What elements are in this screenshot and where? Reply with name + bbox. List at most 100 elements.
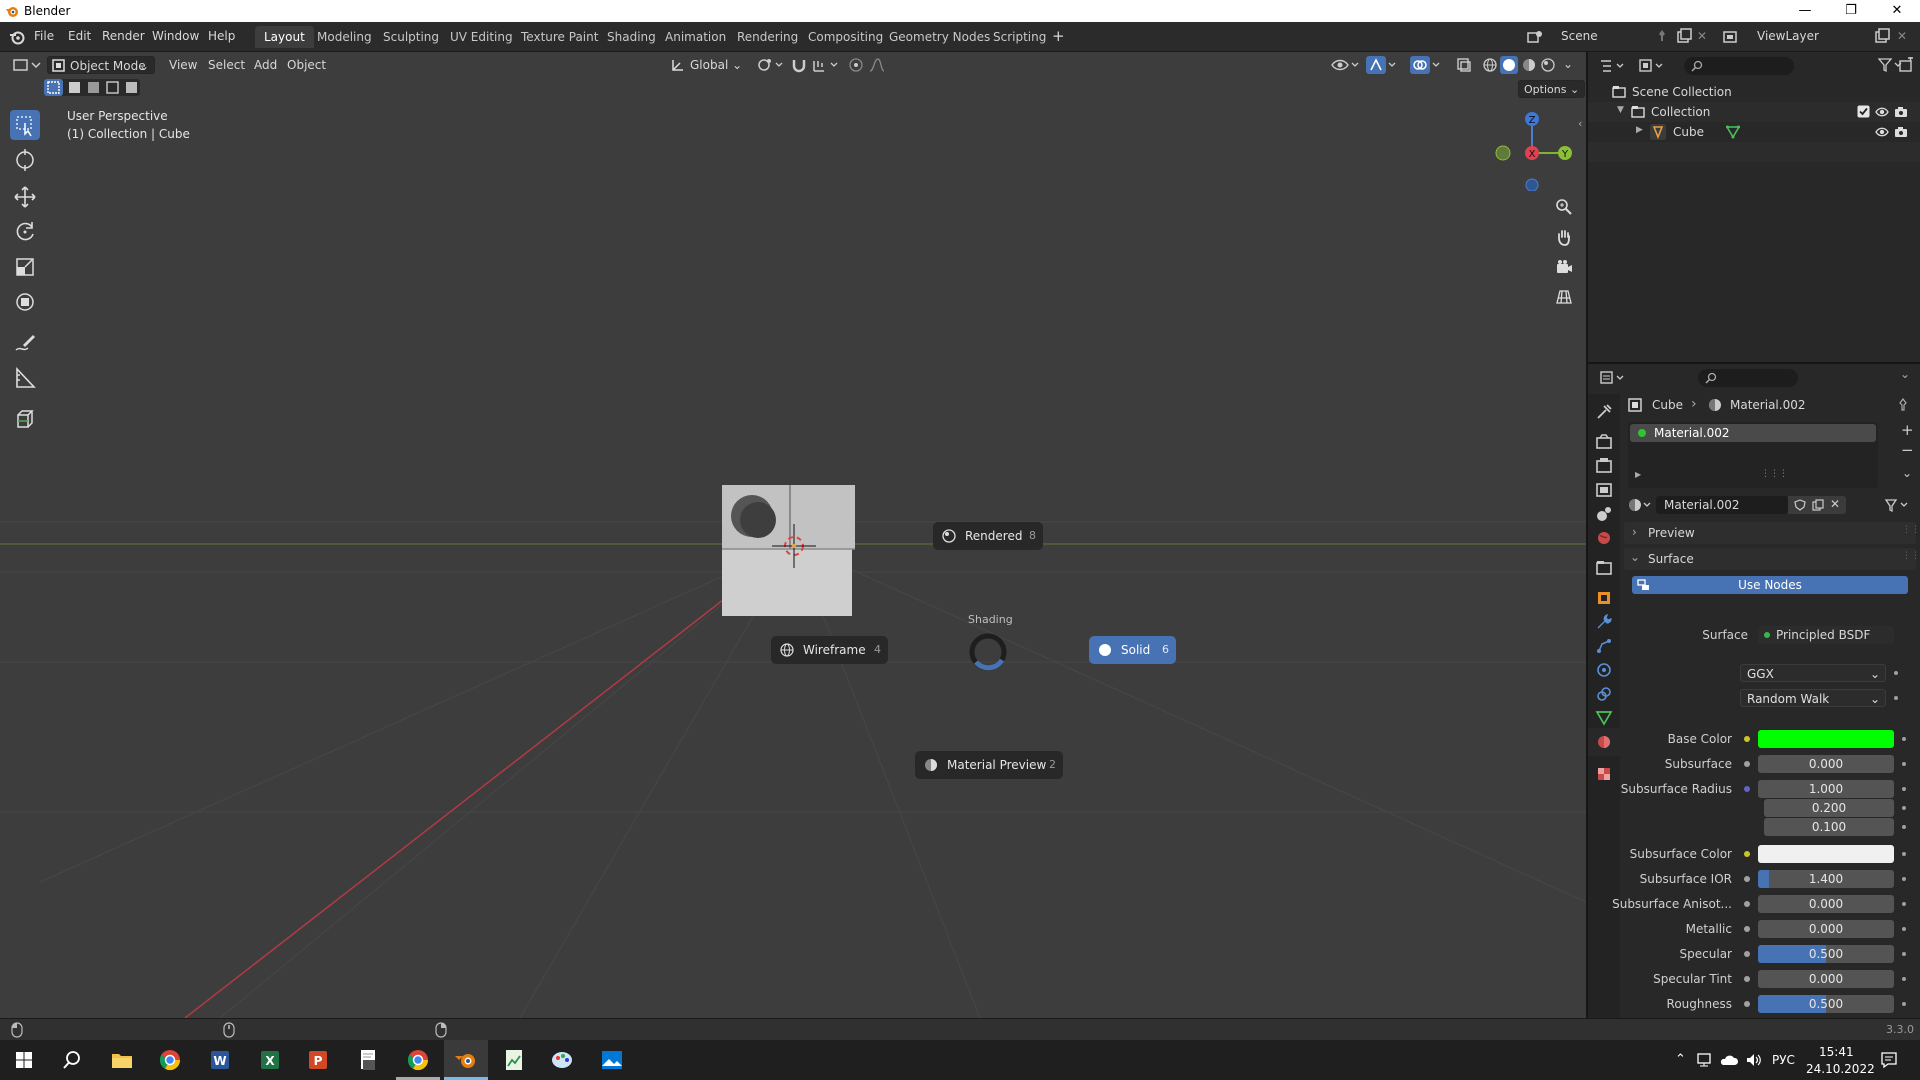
keyframe-dot[interactable]	[1902, 852, 1906, 856]
file-explorer-icon[interactable]	[108, 1046, 136, 1074]
browse-material-icon[interactable]	[1628, 497, 1654, 513]
constraints-tab-icon[interactable]	[1592, 682, 1616, 706]
use-nodes-button[interactable]: Use Nodes	[1632, 576, 1908, 594]
word-icon[interactable]: W	[206, 1046, 234, 1074]
input-socket-icon[interactable]	[1744, 786, 1750, 792]
properties-editor-type-icon[interactable]	[1599, 370, 1627, 386]
keyframe-dot[interactable]	[1902, 902, 1906, 906]
collection-tab-icon[interactable]	[1592, 556, 1616, 580]
properties-search-input[interactable]	[1698, 369, 1798, 387]
tool-annotate[interactable]	[10, 328, 40, 358]
tab-rendering[interactable]: Rendering	[728, 26, 807, 48]
blender-taskbar-icon[interactable]	[452, 1046, 480, 1074]
object-tab-icon[interactable]	[1592, 586, 1616, 610]
numeric-field[interactable]: 1.400	[1758, 870, 1894, 888]
new-viewlayer-icon[interactable]	[1874, 28, 1890, 44]
numeric-field[interactable]: 0.200	[1764, 799, 1894, 817]
new-collection-icon[interactable]	[1898, 57, 1914, 73]
expand-cube-icon[interactable]: ▶	[1636, 125, 1643, 135]
world-tab-icon[interactable]	[1592, 526, 1616, 550]
pie-rendered-button[interactable]: Rendered 8	[933, 522, 1043, 550]
restore-button[interactable]: ❐	[1828, 0, 1874, 22]
keyframe-dot[interactable]	[1894, 671, 1898, 675]
list-resize-handle-icon[interactable]: ⋮⋮⋮	[1761, 469, 1788, 479]
viewlayer-icon[interactable]	[1722, 28, 1740, 46]
scene-name[interactable]: Scene	[1561, 29, 1598, 43]
tab-shading[interactable]: Shading	[598, 26, 665, 48]
tool-measure[interactable]	[10, 363, 40, 393]
notes-app-icon[interactable]	[500, 1046, 528, 1074]
outliner-row-scene-collection[interactable]: Scene Collection	[1588, 82, 1920, 102]
scene-tab-icon[interactable]	[1592, 502, 1616, 526]
gizmo-toggle-icon[interactable]	[1366, 56, 1398, 74]
add-workspace-button[interactable]: +	[1052, 27, 1065, 45]
input-socket-icon[interactable]	[1744, 876, 1750, 882]
numeric-field[interactable]: 1.000	[1758, 780, 1894, 798]
paint-app-icon[interactable]	[548, 1046, 576, 1074]
keyframe-dot[interactable]	[1902, 762, 1906, 766]
menu-render[interactable]: Render	[102, 29, 145, 43]
viewlayer-name[interactable]: ViewLayer	[1757, 29, 1819, 43]
snap-target-icon[interactable]	[812, 57, 840, 73]
numeric-field[interactable]: 0.000	[1758, 920, 1894, 938]
tab-geometry-nodes[interactable]: Geometry Nodes	[880, 26, 999, 48]
close-window-button[interactable]: ✕	[1874, 0, 1920, 22]
numeric-field[interactable]: 0.000	[1758, 970, 1894, 988]
keyframe-dot[interactable]	[1902, 1002, 1906, 1006]
tray-chevron-up-icon[interactable]: ⌃	[1675, 1052, 1686, 1067]
link-mode-icon[interactable]	[1884, 497, 1912, 513]
menu-edit[interactable]: Edit	[68, 29, 91, 43]
gizmo-neg-z[interactable]	[1525, 178, 1539, 191]
clock-time[interactable]: 15:41	[1819, 1045, 1854, 1059]
drag-handle-icon[interactable]: ⋮⋮	[1902, 525, 1920, 535]
pan-hand-icon[interactable]	[1555, 228, 1573, 246]
navigation-gizmo[interactable]: Z Y X	[1488, 107, 1572, 191]
input-socket-icon[interactable]	[1744, 851, 1750, 857]
color-swatch-field[interactable]	[1758, 730, 1894, 748]
volume-icon[interactable]	[1745, 1052, 1763, 1068]
perspective-ortho-icon[interactable]	[1555, 288, 1573, 306]
modifiers-tab-icon[interactable]	[1592, 610, 1616, 634]
options-dropdown[interactable]: Options ⌄	[1518, 80, 1586, 98]
cube-mesh[interactable]	[722, 485, 855, 616]
unlink-material-icon[interactable]: ✕	[1830, 497, 1840, 511]
tab-layout[interactable]: Layout	[255, 26, 314, 48]
notifications-icon[interactable]	[1880, 1051, 1898, 1069]
tool-settings-tab-icon[interactable]	[1592, 400, 1616, 424]
tab-animation[interactable]: Animation	[656, 26, 735, 48]
drag-handle-icon[interactable]: ⋮⋮	[1902, 551, 1920, 561]
subsurface-method-dropdown[interactable]: Random Walk ⌄	[1740, 689, 1886, 707]
onedrive-cloud-icon[interactable]	[1719, 1052, 1739, 1068]
visibility-selectability-icon[interactable]	[1330, 57, 1360, 73]
view-menu[interactable]: View	[164, 56, 202, 74]
tab-texture-paint[interactable]: Texture Paint	[512, 26, 607, 48]
sidebar-toggle-chevron-icon[interactable]: ‹	[1578, 117, 1582, 130]
preview-panel-header[interactable]: › Preview ⋮⋮	[1624, 522, 1920, 544]
scene-icon[interactable]	[1526, 28, 1544, 46]
tool-move[interactable]	[10, 182, 40, 212]
keyframe-dot[interactable]	[1902, 952, 1906, 956]
material-name-field[interactable]: Material.002	[1656, 496, 1788, 514]
numeric-field[interactable]: 0.500	[1758, 995, 1894, 1013]
numeric-field[interactable]: 0.500	[1758, 945, 1894, 963]
keyframe-dot[interactable]	[1902, 825, 1906, 829]
fake-user-shield-icon[interactable]	[1794, 499, 1806, 511]
tab-compositing[interactable]: Compositing	[799, 26, 892, 48]
input-socket-icon[interactable]	[1744, 976, 1750, 982]
input-socket-icon[interactable]	[1744, 951, 1750, 957]
tab-scripting[interactable]: Scripting	[984, 26, 1055, 48]
proportional-editing-icon[interactable]	[848, 57, 864, 73]
chrome-icon[interactable]	[156, 1046, 184, 1074]
network-icon[interactable]	[1696, 1052, 1714, 1068]
object-data-tab-icon[interactable]	[1592, 706, 1616, 730]
surface-panel-header[interactable]: ⌄ Surface ⋮⋮	[1624, 548, 1920, 570]
output-tab-icon[interactable]	[1592, 454, 1616, 478]
keyboard-language[interactable]: РУС	[1772, 1053, 1795, 1067]
pin-icon[interactable]	[1896, 398, 1910, 412]
input-socket-icon[interactable]	[1744, 901, 1750, 907]
input-socket-icon[interactable]	[1744, 1001, 1750, 1007]
surface-shader-field[interactable]: Principled BSDF	[1758, 626, 1894, 644]
clock-date[interactable]: 24.10.2022	[1806, 1062, 1875, 1076]
tool-select-box[interactable]	[10, 110, 40, 140]
outliner-search-input[interactable]	[1684, 57, 1794, 75]
